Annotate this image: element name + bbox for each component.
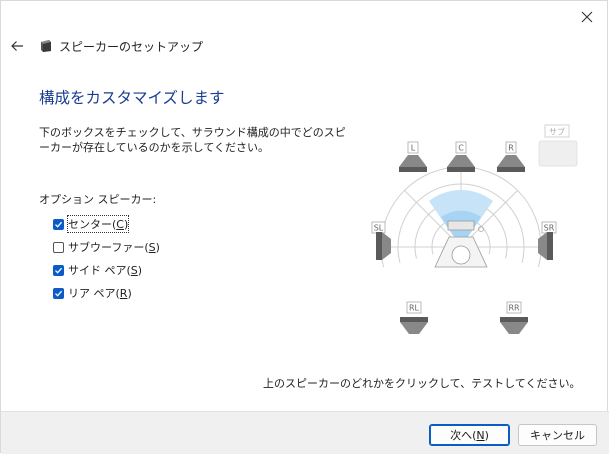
option-rear-pair[interactable]: リア ペア(R)	[53, 285, 132, 301]
speaker-label-rl: RL	[409, 304, 420, 313]
checkmark-icon	[55, 267, 63, 274]
optional-speakers-label: オプション スピーカー:	[39, 193, 157, 206]
speaker-label-rr: RR	[508, 304, 520, 313]
dialog-footer: 次へ(N) キャンセル	[1, 411, 609, 454]
speaker-front-left[interactable]: L	[399, 141, 427, 172]
side-pair-label: サイド ペア(S)	[68, 264, 143, 277]
option-subwoofer[interactable]: サブウーファー(S)	[53, 239, 160, 255]
window-title: スピーカーのセットアップ	[59, 40, 204, 54]
speaker-label-sl: SL	[374, 224, 384, 233]
close-icon	[581, 11, 593, 23]
speaker-side-right[interactable]: SR	[538, 221, 557, 260]
speaker-icon	[538, 232, 547, 260]
speaker-icon	[497, 155, 525, 167]
back-button[interactable]	[7, 36, 27, 56]
speaker-front-right[interactable]: R	[497, 141, 525, 172]
speaker-layout-diagram: L C R サブ SL SR RL RR	[371, 124, 578, 344]
checkmark-icon	[55, 221, 63, 228]
speaker-subwoofer: サブ	[538, 124, 578, 167]
close-button[interactable]	[575, 6, 599, 28]
speaker-side-left[interactable]: SL	[371, 221, 391, 260]
speaker-app-icon	[41, 40, 51, 52]
option-center[interactable]: センター(C)	[53, 215, 130, 233]
side-pair-checkbox[interactable]	[53, 264, 64, 276]
subwoofer-label: サブウーファー(S)	[68, 241, 160, 254]
cancel-button[interactable]: キャンセル	[518, 424, 597, 446]
next-button[interactable]: 次へ(N)	[429, 424, 510, 446]
speaker-icon	[399, 155, 427, 167]
rear-pair-label: リア ペア(R)	[68, 287, 132, 300]
dialog-window: スピーカーのセットアップ 構成をカスタマイズします 下のボックスをチェックして、…	[0, 0, 609, 454]
speaker-icon	[447, 155, 475, 167]
speaker-label-l: L	[411, 144, 416, 153]
speaker-label-sr: SR	[544, 224, 555, 233]
option-side-pair[interactable]: サイド ペア(S)	[53, 262, 142, 278]
speaker-label-r: R	[508, 144, 514, 153]
rear-pair-checkbox[interactable]	[53, 287, 64, 299]
checkmark-icon	[55, 290, 63, 297]
speaker-label-sub: サブ	[549, 127, 565, 137]
subwoofer-icon	[538, 140, 578, 167]
speaker-center[interactable]: C	[447, 141, 475, 172]
speaker-icon	[382, 232, 391, 260]
test-hint-text: 上のスピーカーのどれかをクリックして、テストしてください。	[263, 377, 581, 390]
page-heading: 構成をカスタマイズします	[39, 89, 225, 107]
center-checkbox[interactable]	[53, 218, 64, 230]
page-description: 下のボックスをチェックして、サラウンド構成の中でどのスピーカーが存在しているのか…	[39, 126, 346, 154]
center-label: センター(C)	[66, 215, 130, 233]
speaker-label-c: C	[458, 144, 464, 153]
subwoofer-checkbox[interactable]	[53, 241, 64, 253]
back-arrow-icon	[11, 41, 23, 51]
